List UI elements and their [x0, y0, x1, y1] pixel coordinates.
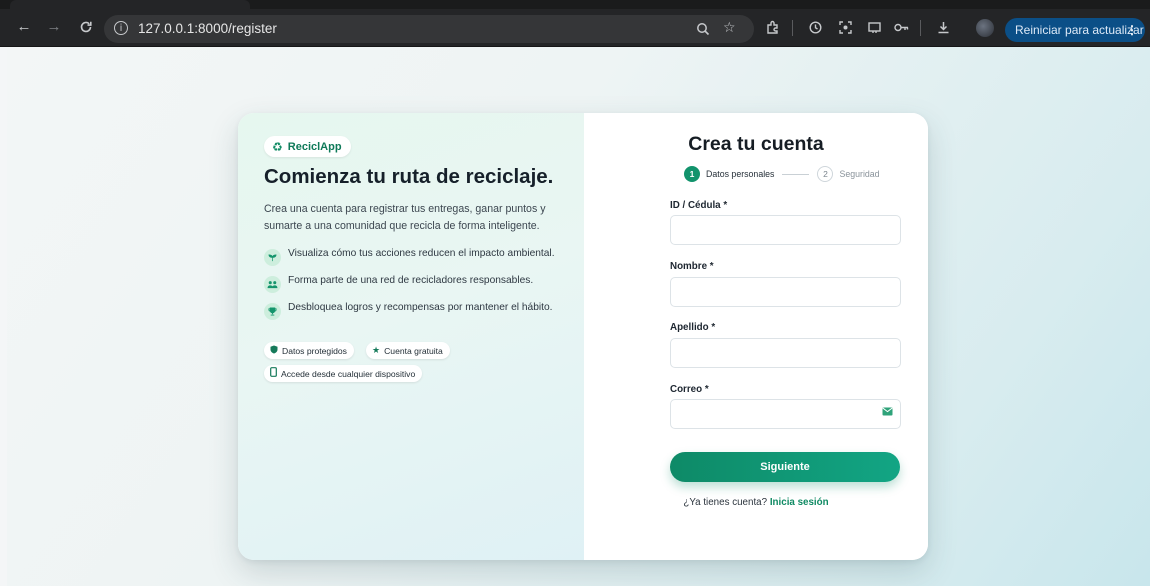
- login-link[interactable]: Inicia sesión: [770, 497, 829, 508]
- badge-label: Cuenta gratuita: [384, 345, 443, 356]
- feature-item: Forma parte de una red de recicladores r…: [264, 275, 533, 293]
- feature-item: Desbloquea logros y recompensas por mant…: [264, 302, 552, 320]
- register-form: Crea tu cuenta 1 Datos personales 2 Segu…: [584, 113, 928, 560]
- feature-item: Visualiza cómo tus acciones reducen el i…: [264, 248, 555, 266]
- name-field-label: Nombre *: [670, 261, 714, 272]
- promo-panel: ♻ ReciclApp Comienza tu ruta de reciclaj…: [238, 113, 584, 560]
- next-button[interactable]: Siguiente: [670, 452, 900, 482]
- step-label: Datos personales: [706, 169, 775, 179]
- feature-text: Visualiza cómo tus acciones reducen el i…: [288, 248, 555, 259]
- register-card: ♻ ReciclApp Comienza tu ruta de reciclaj…: [238, 113, 928, 560]
- badge-label: Datos protegidos: [282, 345, 347, 356]
- download-icon[interactable]: [936, 20, 951, 39]
- update-button-label: Reiniciar para actualizar: [1015, 23, 1144, 37]
- star-icon: ★: [372, 345, 381, 356]
- form-title: Crea tu cuenta: [688, 133, 824, 155]
- login-prompt: ¿Ya tienes cuenta?: [683, 497, 768, 508]
- sprout-icon: [264, 249, 281, 266]
- badge: Datos protegidos: [264, 342, 354, 359]
- id-field-label: ID / Cédula *: [670, 200, 728, 211]
- page-viewport: ♻ ReciclApp Comienza tu ruta de reciclaj…: [7, 47, 1150, 586]
- history-icon[interactable]: [808, 20, 823, 39]
- promo-intro: Crea una cuenta para registrar tus entre…: [264, 203, 546, 232]
- trophy-icon: [264, 303, 281, 320]
- step-label: Seguridad: [839, 169, 880, 179]
- users-icon: [264, 276, 281, 293]
- screenshot-icon[interactable]: [838, 20, 853, 39]
- badge: ★ Cuenta gratuita: [366, 342, 450, 359]
- update-browser-button[interactable]: Reiniciar para actualizar ⋮: [1005, 18, 1145, 42]
- feature-text: Desbloquea logros y recompensas por mant…: [288, 302, 553, 313]
- toolbar-separator: [920, 20, 921, 36]
- login-prompt-row: ¿Ya tienes cuenta? Inicia sesión: [584, 497, 928, 508]
- toolbar-separator: [792, 20, 793, 36]
- step-connector: [782, 173, 810, 175]
- promo-headline: Comienza tu ruta de reciclaje.: [264, 165, 554, 188]
- profile-avatar[interactable]: [976, 19, 994, 37]
- badge-label: Accede desde cualquier dispositivo: [281, 368, 416, 379]
- badge: Accede desde cualquier dispositivo: [264, 365, 423, 382]
- email-field-label: Correo *: [670, 384, 709, 395]
- more-menu-icon[interactable]: ⋮: [1126, 18, 1138, 42]
- id-input[interactable]: [670, 215, 901, 245]
- zoom-icon[interactable]: [696, 20, 710, 40]
- lastname-input[interactable]: [670, 338, 901, 368]
- feature-text: Forma parte de una red de recicladores r…: [288, 275, 534, 286]
- extensions-icon[interactable]: [766, 20, 781, 39]
- stepper: 1 Datos personales 2 Seguridad: [684, 166, 880, 182]
- name-input[interactable]: [670, 277, 901, 307]
- reload-icon[interactable]: [76, 17, 96, 37]
- brand-pill: ♻ ReciclApp: [264, 136, 351, 157]
- recycle-icon: ♻: [272, 139, 283, 154]
- site-info-icon[interactable]: i: [114, 21, 128, 35]
- shield-icon: [270, 345, 278, 357]
- mail-icon: [882, 407, 893, 419]
- url-text[interactable]: 127.0.0.1:8000/register: [138, 21, 277, 36]
- brand-name: ReciclApp: [287, 140, 342, 153]
- back-icon[interactable]: ←: [14, 17, 34, 37]
- step-number: 2: [817, 166, 834, 182]
- step-number: 1: [684, 166, 700, 182]
- cast-icon[interactable]: [867, 20, 882, 39]
- forward-icon[interactable]: →: [44, 17, 64, 37]
- lastname-field-label: Apellido *: [670, 322, 716, 333]
- email-input[interactable]: [670, 399, 901, 429]
- address-bar[interactable]: i 127.0.0.1:8000/register ☆: [104, 15, 754, 43]
- bookmark-star-icon[interactable]: ☆: [723, 20, 736, 36]
- mobile-icon: [270, 367, 277, 380]
- password-key-icon[interactable]: [893, 20, 910, 39]
- active-tab[interactable]: [10, 0, 250, 9]
- browser-toolbar: ← → i 127.0.0.1:8000/register ☆ Reinicia…: [0, 0, 1150, 47]
